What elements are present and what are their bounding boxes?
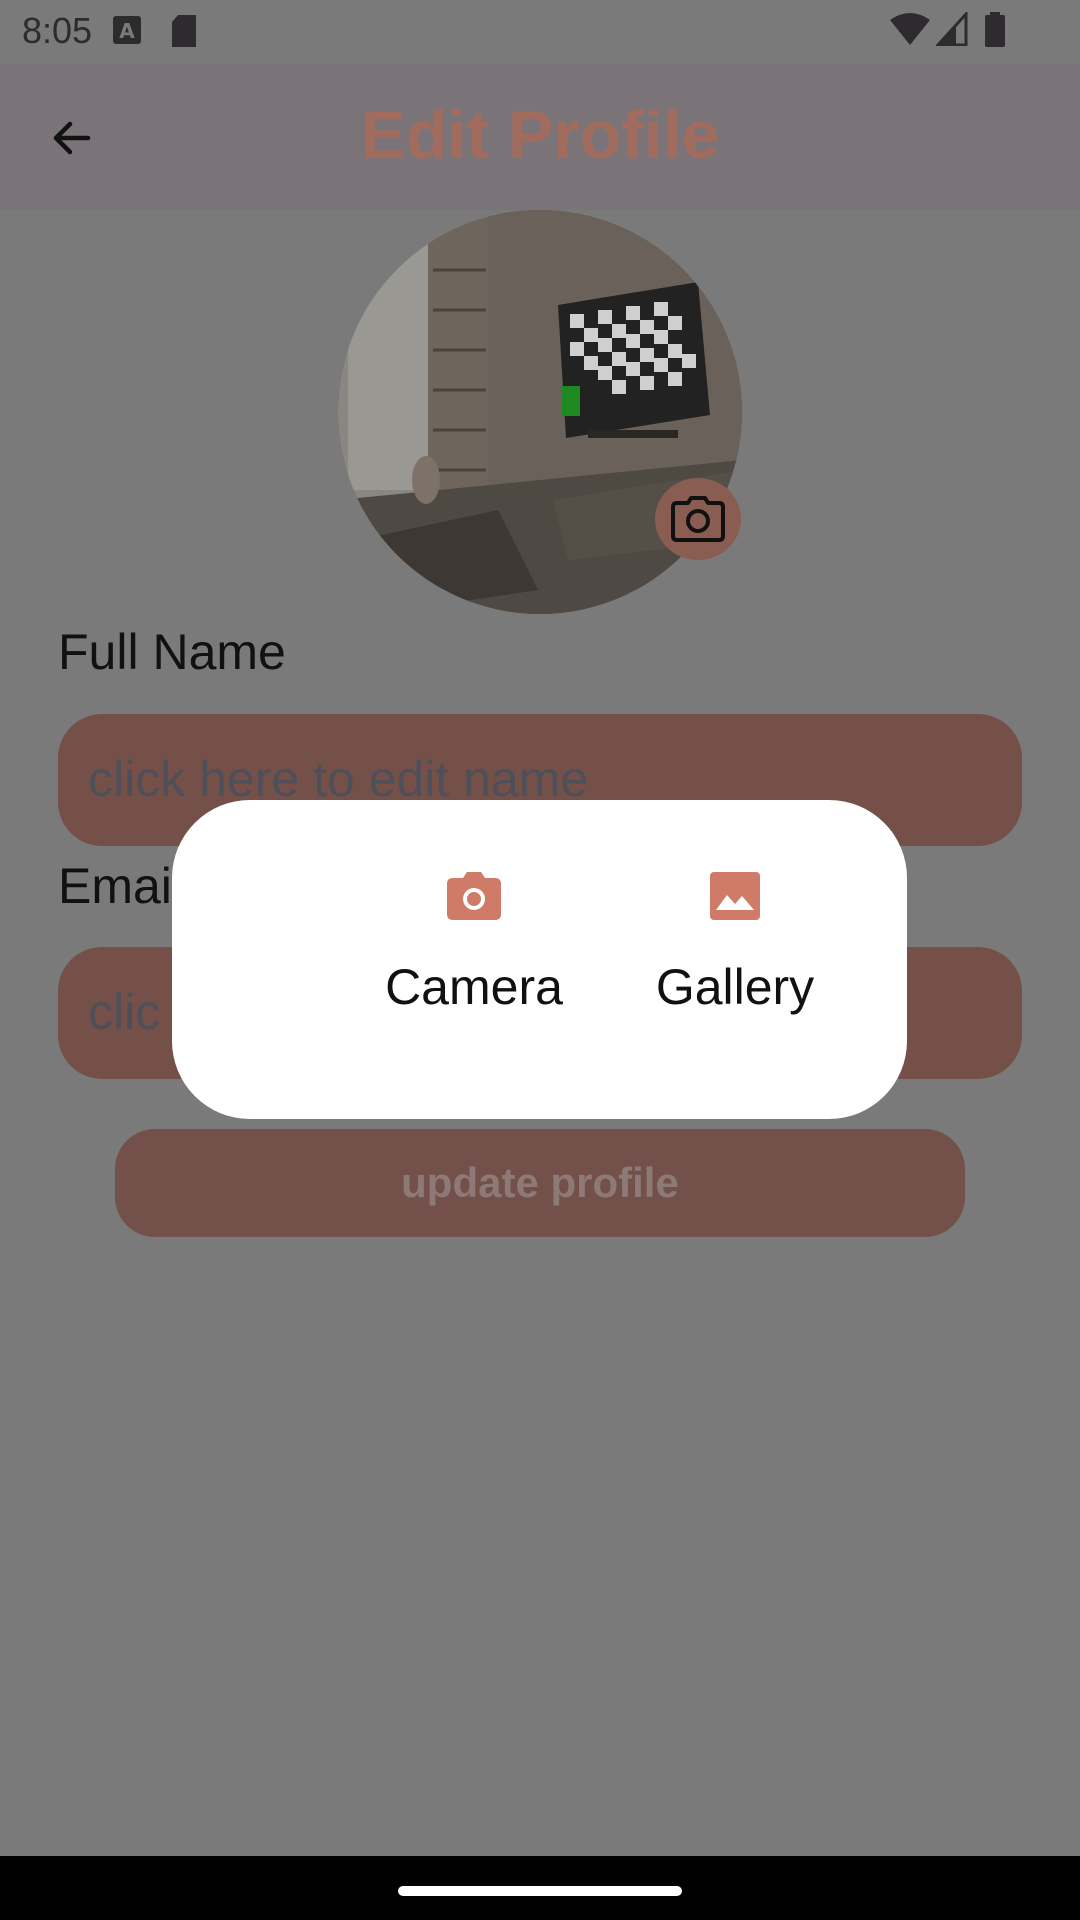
edit-profile-screen: 8:05 A Edit Profile Full Name click here… — [0, 0, 1080, 1920]
update-profile-label: update profile — [401, 1159, 679, 1206]
image-icon — [710, 872, 760, 920]
home-handle[interactable] — [398, 1886, 682, 1896]
camera-option-label: Camera — [385, 959, 563, 1015]
email-label: Emai — [58, 858, 172, 914]
gallery-option[interactable]: Gallery — [625, 872, 845, 1016]
full-name-label: Full Name — [58, 624, 286, 680]
image-source-dialog: Camera Gallery — [172, 800, 907, 1119]
keyboard-a-icon: A — [113, 16, 141, 44]
status-time: 8:05 — [22, 10, 93, 51]
camera-option[interactable]: Camera — [364, 872, 584, 1016]
signal-icon — [936, 12, 968, 46]
app-bar: Edit Profile — [0, 64, 1080, 210]
battery-icon — [985, 12, 1005, 47]
navigation-bar — [0, 1856, 1080, 1920]
update-profile-button[interactable]: update profile — [115, 1129, 965, 1237]
status-bar: 8:05 A — [0, 0, 1080, 64]
sd-card-icon — [172, 15, 196, 47]
change-photo-button[interactable] — [655, 478, 741, 560]
gallery-option-label: Gallery — [655, 959, 815, 1015]
wifi-icon — [890, 13, 930, 45]
camera-icon — [671, 496, 725, 542]
email-placeholder: clic — [88, 984, 161, 1040]
camera-icon — [447, 872, 501, 920]
svg-text:A: A — [119, 19, 135, 43]
page-title: Edit Profile — [360, 97, 720, 173]
